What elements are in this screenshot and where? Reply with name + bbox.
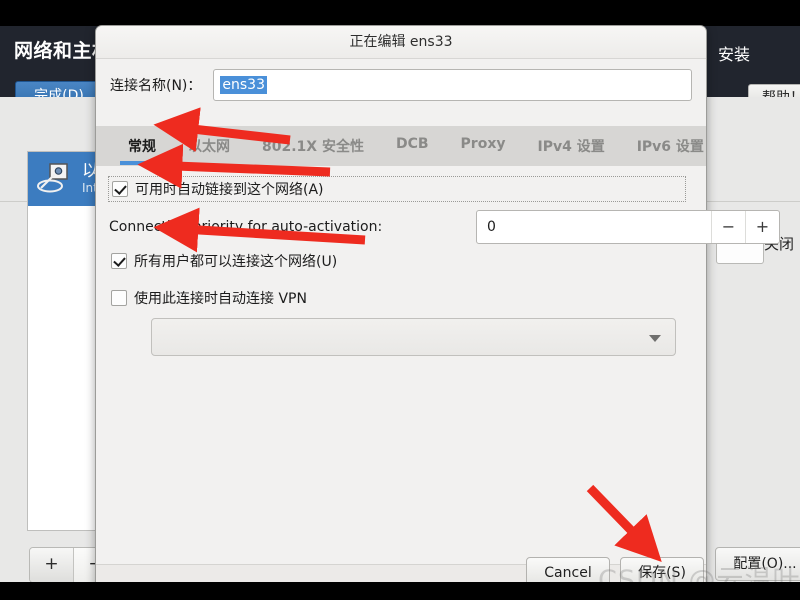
tab-ipv4[interactable]: IPv4 设置 [521,126,620,165]
screen-bottom-bar [0,582,800,600]
priority-row: Connection priority for auto-activation:… [101,210,780,244]
tab-8021x[interactable]: 802.1X 安全性 [246,126,380,165]
dialog-tabs: 常规 以太网 802.1X 安全性 DCB Proxy IPv4 设置 IPv6… [96,126,706,166]
priority-label: Connection priority for auto-activation: [109,219,383,235]
tab-proxy[interactable]: Proxy [445,126,522,161]
all-users-checkbox-row[interactable]: 所有用户都可以连接这个网络(U) [111,251,337,271]
all-users-checkbox[interactable] [111,253,127,269]
all-users-label: 所有用户都可以连接这个网络(U) [134,254,338,270]
dialog-titlebar: 正在编辑 ens33 [96,26,706,59]
connection-name-label: 连接名称(N)： [110,78,202,94]
add-connection-button[interactable]: + [30,548,74,582]
tab-ipv6[interactable]: IPv6 设置 [621,126,720,165]
vpn-label: 使用此连接时自动连接 VPN [134,291,307,307]
connection-name-input[interactable]: ens33 [213,69,692,101]
auto-connect-checkbox[interactable] [112,181,128,197]
vpn-select[interactable] [151,318,676,356]
connection-name-row: 连接名称(N)： ens33 [96,59,706,111]
general-tab-panel: 可用时自动链接到这个网络(A) Connection priority for … [96,166,780,564]
ethernet-icon [37,162,73,196]
auto-connect-checkbox-row[interactable]: 可用时自动链接到这个网络(A) [108,176,686,202]
chevron-down-icon [649,335,661,342]
install-label: 安装 [718,45,751,64]
priority-decrement-button[interactable]: − [711,211,745,243]
priority-increment-button[interactable]: + [745,211,779,243]
vpn-checkbox-row[interactable]: 使用此连接时自动连接 VPN [111,288,307,308]
tab-ethernet[interactable]: 以太网 [172,126,246,165]
priority-value[interactable]: 0 [477,219,711,235]
tab-dcb[interactable]: DCB [380,126,445,161]
screen: 网络和主机 安装 完成(D) 帮助！ [0,0,800,600]
edit-connection-dialog: 正在编辑 ens33 连接名称(N)： ens33 常规 以太网 802.1X … [95,25,780,590]
priority-stepper[interactable]: 0 − + [476,210,780,244]
tab-general[interactable]: 常规 [112,126,172,165]
connection-name-value: ens33 [220,76,268,94]
auto-connect-label: 可用时自动链接到这个网络(A) [135,182,324,198]
dialog-title: 正在编辑 ens33 [349,34,453,50]
vpn-checkbox[interactable] [111,290,127,306]
